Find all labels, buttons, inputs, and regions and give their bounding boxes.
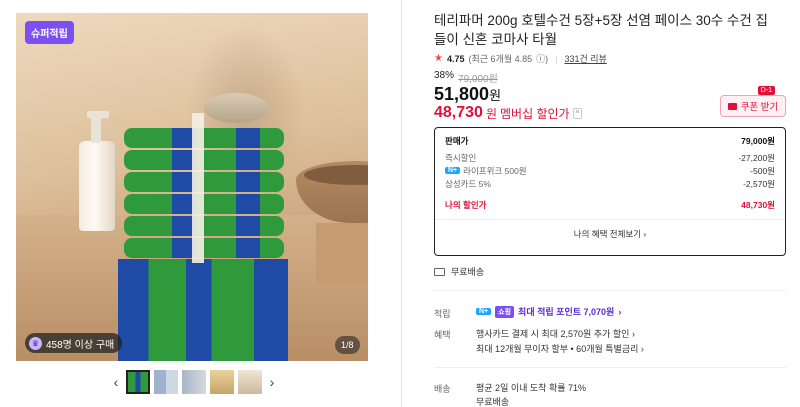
price-breakdown-box: 판매가 79,000원 즉시할인 -27,200원 N+ 라이프위크 500원 -… [434,127,786,256]
perk-text-1: 행사카드 결제 시 최대 2,570원 추가 할인 [476,329,630,339]
chevron-right-icon: › [618,306,622,317]
price-value: 51,800 [434,84,490,104]
free-shipping-text: 무료배송 [451,267,485,277]
divider [434,290,786,291]
delivery-line-2: 무료배송 [476,397,510,407]
head-value: 79,000원 [741,135,775,146]
info-icon[interactable]: ⓘ) [536,52,548,65]
separator: | [555,53,558,64]
free-shipping-row: 무료배송 [434,265,484,278]
thumbnail[interactable] [154,370,178,394]
delivery-line-1: 평균 2일 이내 도착 확률 71% [476,383,587,393]
row-label-wrap: N+ 라이프위크 500원 [445,165,527,177]
price-unit: 원 [489,88,502,103]
buyers-text: 458명 이상 구매 [46,339,115,351]
breakdown-row: 삼성카드 5% -2,570원 [445,177,775,190]
thumbnail[interactable] [182,370,206,394]
delivery-label: 배송 [434,384,451,394]
soap-bottle [79,111,115,231]
member-unit: 원 [485,106,497,121]
hanging-towel [118,259,288,361]
my-label: 나의 할인가 [445,199,487,210]
member-price-row[interactable]: 48,730 원 멤버십 할인가 ^ [434,104,583,122]
rating-detail: (최근 6개월 4.85 [468,54,533,64]
perk-text-2: 최대 12개월 무이자 할부 • 60개월 특별금리 [476,344,639,354]
truck-icon [434,267,445,276]
perk-line-1[interactable]: 행사카드 결제 시 최대 2,570원 추가 할인 › [476,327,635,340]
thumbnail-strip: ‹ › [110,370,278,394]
point-text: 최대 적립 포인트 7,070원 [518,307,615,317]
ticket-icon [727,102,737,110]
divider [435,219,785,220]
row-value: -2,570원 [743,178,775,189]
thumbnail[interactable] [238,370,262,394]
wooden-block [316,223,368,283]
chevron-left-icon[interactable]: ‹ [110,374,122,390]
perk-label: 혜택 [434,330,451,340]
thumbnail[interactable] [210,370,234,394]
discount-rate: 38% [434,70,455,81]
row-label: 삼성카드 5% [445,178,491,189]
buyers-pill: ♛ 458명 이상 구매 [25,333,123,353]
review-link[interactable]: 331건 리뷰 [564,52,606,65]
coupon-deadline-tag: D-1 [757,86,775,95]
row-value: -27,200원 [738,152,775,163]
shopping-badge: 쇼핑 [495,305,515,318]
perk-line-2[interactable]: 최대 12개월 무이자 할부 • 60개월 특별금리 › [476,342,644,355]
sale-price: 51,800원 [434,84,501,105]
product-main-image[interactable] [16,13,368,361]
coupon-button[interactable]: D-1 쿠폰 받기 [720,86,786,117]
row-label: 라이프위크 500원 [463,165,527,176]
point-row[interactable]: N+ 쇼핑 최대 적립 포인트 7,070원 › [476,305,621,318]
towel-stack [124,128,284,260]
discount-row: 38% 79,000원 [434,70,498,85]
image-counter: 1/8 [335,336,360,354]
ribbon [192,113,204,263]
rating-row: ★ 4.75 (최근 6개월 4.85 ⓘ) | 331건 리뷰 [434,52,607,65]
star-icon: ★ [434,53,443,64]
crown-icon: ♛ [29,336,42,350]
product-title: 테리파머 200g 호텔수건 5장+5장 선염 페이스 30수 수건 집들이 신… [434,13,768,47]
stone [204,93,268,123]
row-value: -500원 [750,165,775,176]
member-price: 48,730 [434,104,483,121]
chevron-right-icon[interactable]: › [266,374,278,390]
row-label: 즉시할인 [445,152,477,163]
my-discount-row: 나의 할인가 48,730원 [445,198,775,211]
super-point-badge: 슈퍼적립 [25,21,74,44]
head-label: 판매가 [445,135,469,146]
thumbnail[interactable] [126,370,150,394]
breakdown-head: 판매가 79,000원 [445,134,775,147]
chevron-up-icon[interactable]: ^ [572,107,583,119]
coupon-label: 쿠폰 받기 [740,102,779,113]
breakdown-row: 즉시할인 -27,200원 [445,151,775,164]
npay-badge: N+ [476,308,492,315]
column-divider [401,0,402,407]
my-value: 48,730원 [741,199,775,210]
member-label: 멤버십 할인가 [499,106,570,121]
breakdown-row: N+ 라이프위크 500원 -500원 [445,164,775,177]
point-label: 적립 [434,309,451,319]
all-benefits-link[interactable]: 나의 혜택 전체보기 › [445,228,775,240]
all-benefits-label: 나의 혜택 전체보기 [573,229,642,239]
npay-badge: N+ [445,167,461,174]
rating-score: 4.75 [446,53,465,64]
divider [434,367,786,368]
original-price: 79,000원 [458,74,498,85]
